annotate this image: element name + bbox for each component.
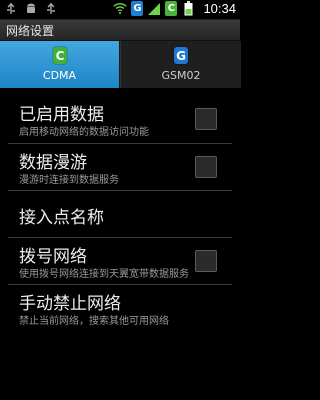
dialup-checkbox[interactable] <box>195 250 217 272</box>
setting-title: 已启用数据 <box>19 105 104 125</box>
battery-icon <box>181 1 195 16</box>
setting-subtitle: 使用拨号网络连接到天翼宽带数据服务 <box>19 269 189 280</box>
setting-subtitle: 禁止当前网络，搜索其他可用网络 <box>19 316 169 327</box>
page-title: 网络设置 <box>6 24 55 38</box>
setting-apn[interactable]: 接入点名称 <box>0 191 240 237</box>
setting-title: 手动禁止网络 <box>19 294 121 314</box>
setting-data-roaming[interactable]: 数据漫游 漫游时连接到数据服务 <box>0 144 240 190</box>
setting-title: 接入点名称 <box>19 208 104 228</box>
tab-cdma[interactable]: C CDMA <box>0 41 119 88</box>
usb-icon <box>44 2 58 16</box>
setting-subtitle: 漫游时连接到数据服务 <box>19 175 119 186</box>
setting-dialup-network[interactable]: 拨号网络 使用拨号网络连接到天翼宽带数据服务 <box>0 238 240 284</box>
clock: 10:34 <box>203 1 236 16</box>
setting-subtitle: 启用移动网络的数据访问功能 <box>19 127 149 138</box>
sim-c-icon: C <box>165 1 178 16</box>
setting-data-enabled[interactable]: 已启用数据 启用移动网络的数据访问功能 <box>0 96 240 144</box>
network-tabs: C CDMA G GSM02 <box>0 41 241 88</box>
tab-cdma-label: CDMA <box>42 69 77 82</box>
sim-g-icon: G <box>131 1 144 16</box>
usb-icon <box>4 2 18 16</box>
data-roaming-checkbox[interactable] <box>195 156 217 178</box>
setting-title: 数据漫游 <box>19 153 87 173</box>
wifi-icon <box>113 2 128 16</box>
title-bar: 网络设置 <box>0 20 240 41</box>
setting-manual-block-network[interactable]: 手动禁止网络 禁止当前网络，搜索其他可用网络 <box>0 285 240 331</box>
status-bar: G C 10:34 <box>0 0 240 20</box>
sim-g-icon: G <box>174 47 188 64</box>
signal-icon <box>147 2 161 16</box>
android-icon <box>24 2 38 16</box>
tab-gsm-label: GSM02 <box>161 69 201 82</box>
data-enabled-checkbox[interactable] <box>195 108 217 130</box>
setting-title: 拨号网络 <box>19 247 87 267</box>
sim-c-icon: C <box>53 47 67 64</box>
tab-gsm[interactable]: G GSM02 <box>120 41 241 88</box>
